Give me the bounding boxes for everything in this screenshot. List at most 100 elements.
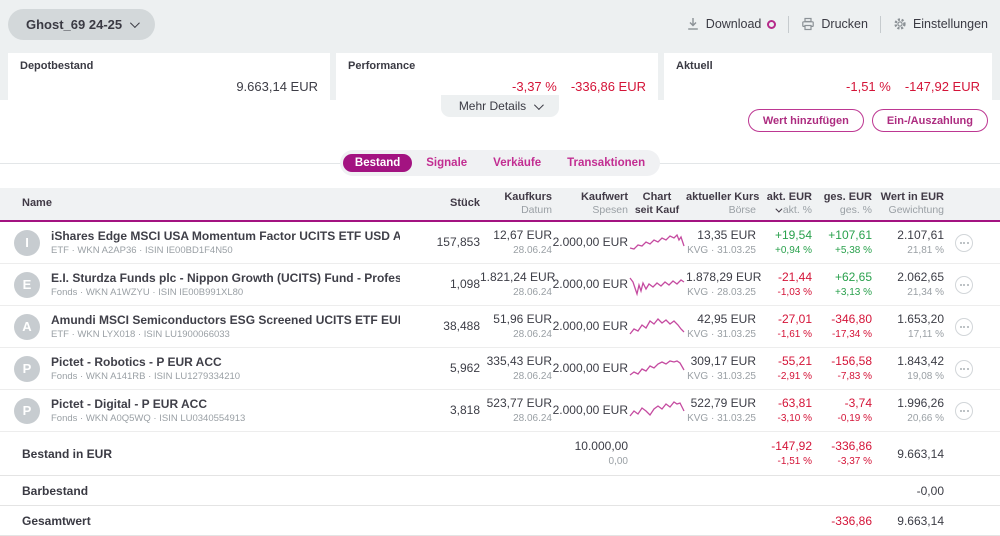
- buy-price-cell: 1.821,24 EUR 28.06.24: [480, 270, 552, 299]
- summary-card-depotbestand: Depotbestand 9.663,14 EUR: [8, 53, 330, 100]
- table-row[interactable]: P Pictet - Digital - P EUR ACC Fonds · W…: [0, 390, 1000, 432]
- current-price: 522,79 EUR: [686, 396, 756, 412]
- column-header-stueck[interactable]: Stück: [400, 197, 480, 211]
- settings-button[interactable]: Einstellungen: [893, 17, 988, 31]
- sparkline-cell[interactable]: [628, 315, 686, 339]
- buy-date: 28.06.24: [480, 244, 552, 257]
- day-change-cell: -21,44 -1,03 %: [756, 270, 812, 299]
- value-cell: 2.062,65 21,34 %: [872, 270, 944, 299]
- sparkline-chart-icon: [629, 315, 685, 339]
- total-change-cell: -346,80 -17,34 %: [812, 312, 872, 341]
- add-value-button[interactable]: Wert hinzufügen: [748, 109, 864, 132]
- more-details-button[interactable]: Mehr Details: [441, 95, 559, 117]
- buy-date: 28.06.24: [480, 412, 552, 425]
- column-header-aktueller-kurs[interactable]: aktueller Kurs Börse: [686, 191, 756, 218]
- asset-name-cell[interactable]: A Amundi MSCI Semiconductors ESG Screene…: [0, 313, 400, 340]
- column-header-chart[interactable]: Chart seit Kauf: [628, 191, 686, 218]
- avatar: E: [14, 272, 40, 298]
- asset-name-cell[interactable]: I iShares Edge MSCI USA Momentum Factor …: [0, 229, 400, 256]
- value-cell: 2.107,61 21,81 %: [872, 228, 944, 257]
- column-header-akt-eur[interactable]: akt. EUR akt. %: [756, 191, 812, 218]
- buy-price: 1.821,24 EUR: [480, 270, 552, 286]
- settings-label: Einstellungen: [913, 17, 988, 31]
- current-price-cell: 13,35 EUR KVG · 31.03.25: [686, 228, 756, 257]
- sparkline-cell[interactable]: [628, 357, 686, 381]
- sparkline-cell[interactable]: [628, 231, 686, 255]
- aktuell-pct: -1,51 %: [846, 79, 891, 94]
- column-header-name[interactable]: Name: [0, 197, 400, 211]
- sparkline-chart-icon: [629, 231, 685, 255]
- table-row[interactable]: A Amundi MSCI Semiconductors ESG Screene…: [0, 306, 1000, 348]
- tab-bestand[interactable]: Bestand: [343, 154, 412, 172]
- day-change-pct: -2,91 %: [756, 370, 812, 383]
- asset-name[interactable]: iShares Edge MSCI USA Momentum Factor UC…: [51, 229, 400, 243]
- tab-verkaeufe[interactable]: Verkäufe: [481, 154, 553, 172]
- current-price: 13,35 EUR: [686, 228, 756, 244]
- asset-name[interactable]: Pictet - Robotics - P EUR ACC: [51, 355, 240, 369]
- download-label: Download: [706, 17, 762, 31]
- day-change-cell: -27,01 -1,61 %: [756, 312, 812, 341]
- total-change-cell: +107,61 +5,38 %: [812, 228, 872, 257]
- column-header-kaufwert[interactable]: Kaufwert Spesen: [552, 191, 628, 218]
- ellipsis-icon: [960, 410, 962, 412]
- asset-name-cell[interactable]: P Pictet - Robotics - P EUR ACC Fonds · …: [0, 355, 400, 382]
- asset-name-cell[interactable]: E E.I. Sturdza Funds plc - Nippon Growth…: [0, 271, 400, 298]
- sparkline-chart-icon: [629, 273, 685, 297]
- day-change-eur: -63,81: [756, 396, 812, 412]
- more-details-label: Mehr Details: [459, 99, 526, 113]
- sparkline-cell[interactable]: [628, 399, 686, 423]
- row-menu-button[interactable]: [955, 276, 973, 294]
- buy-value-cell: 2.000,00 EUR: [552, 235, 628, 251]
- buy-price: 523,77 EUR: [480, 396, 552, 412]
- ellipsis-icon: [960, 284, 962, 286]
- download-button[interactable]: Download: [686, 17, 777, 31]
- deposit-withdraw-button[interactable]: Ein-/Auszahlung: [872, 109, 988, 132]
- header-band: Ghost_69 24-25 Download: [0, 0, 1000, 100]
- row-menu-button[interactable]: [955, 234, 973, 252]
- day-change-pct: -1,61 %: [756, 328, 812, 341]
- column-header-kaufkurs[interactable]: Kaufkurs Datum: [480, 191, 552, 218]
- asset-name-cell[interactable]: P Pictet - Digital - P EUR ACC Fonds · W…: [0, 397, 400, 424]
- buy-price: 51,96 EUR: [480, 312, 552, 328]
- asset-name[interactable]: Amundi MSCI Semiconductors ESG Screened …: [51, 313, 400, 327]
- shares-cell: 3,818: [400, 403, 480, 419]
- shares-cell: 5,962: [400, 361, 480, 377]
- total-change-cell: +62,65 +3,13 %: [812, 270, 872, 299]
- tab-signale[interactable]: Signale: [414, 154, 479, 172]
- toolbar-divider: [880, 16, 881, 33]
- sparkline-cell[interactable]: [628, 273, 686, 297]
- day-change-eur: -27,01: [756, 312, 812, 328]
- table-row[interactable]: I iShares Edge MSCI USA Momentum Factor …: [0, 222, 1000, 264]
- column-header-ges-eur[interactable]: ges. EUR ges. %: [812, 191, 872, 218]
- asset-meta: Fonds · WKN A1WZYU · ISIN IE00B991XL80: [51, 287, 400, 298]
- total-change-pct: -17,34 %: [812, 328, 872, 341]
- print-button[interactable]: Drucken: [801, 17, 868, 31]
- sparkline-chart-icon: [629, 357, 685, 381]
- row-menu-button[interactable]: [955, 360, 973, 378]
- value-eur: 1.653,20: [872, 312, 944, 328]
- row-menu-button[interactable]: [955, 402, 973, 420]
- portfolio-selector[interactable]: Ghost_69 24-25: [8, 9, 155, 40]
- row-menu-button[interactable]: [955, 318, 973, 336]
- avatar: I: [14, 230, 40, 256]
- totals-total-change: -336,86 -3,37 %: [812, 439, 872, 468]
- tab-transaktionen[interactable]: Transaktionen: [555, 154, 657, 172]
- column-header-wert-in-eur[interactable]: Wert in EUR Gewichtung: [872, 191, 944, 218]
- table-row[interactable]: P Pictet - Robotics - P EUR ACC Fonds · …: [0, 348, 1000, 390]
- shares-cell: 157,853: [400, 235, 480, 251]
- value-cell: 1.653,20 17,11 %: [872, 312, 944, 341]
- shares-cell: 1,098: [400, 277, 480, 293]
- asset-meta: Fonds · WKN A141RB · ISIN LU1279334210: [51, 371, 240, 382]
- summary-card-performance: Performance -3,37 % -336,86 EUR: [336, 53, 658, 100]
- table-row[interactable]: E E.I. Sturdza Funds plc - Nippon Growth…: [0, 264, 1000, 306]
- asset-name[interactable]: Pictet - Digital - P EUR ACC: [51, 397, 245, 411]
- current-price-cell: 309,17 EUR KVG · 31.03.25: [686, 354, 756, 383]
- asset-name[interactable]: E.I. Sturdza Funds plc - Nippon Growth (…: [51, 271, 400, 285]
- asset-meta: ETF · WKN LYX018 · ISIN LU1900066033: [51, 329, 400, 340]
- total-change-eur: -3,74: [812, 396, 872, 412]
- current-price-cell: 522,79 EUR KVG · 31.03.25: [686, 396, 756, 425]
- gear-icon: [893, 17, 907, 31]
- value-eur: 2.107,61: [872, 228, 944, 244]
- download-icon: [686, 17, 700, 31]
- card-value: -3,37 % -336,86 EUR: [512, 79, 646, 94]
